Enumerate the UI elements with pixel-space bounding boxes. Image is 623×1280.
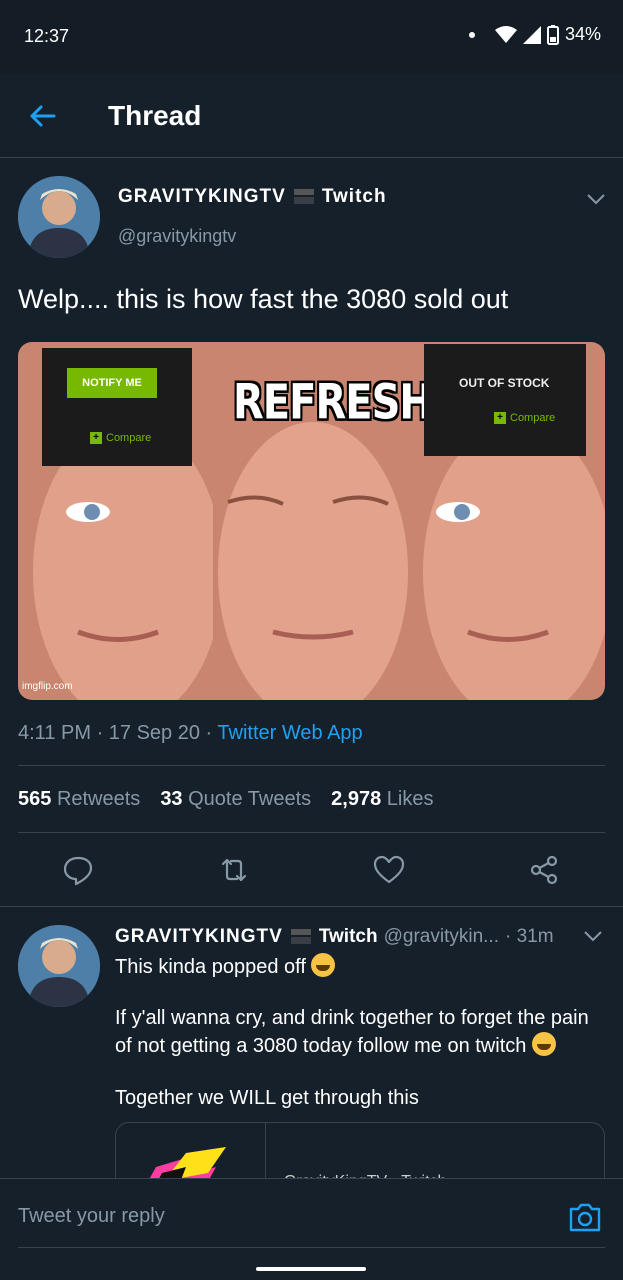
tweet-meta: 4:11 PM · 17 Sep 20 · Twitter Web App	[18, 722, 363, 745]
tweet-time: 4:11 PM	[18, 722, 91, 744]
tweet-author[interactable]: GRAVITYKINGTV Twitch	[118, 186, 387, 208]
like-heart-icon[interactable]	[373, 854, 405, 886]
author-badge: Twitch	[321, 186, 387, 207]
divider	[0, 906, 623, 907]
compare-label: + Compare	[494, 412, 555, 424]
reply-handle: @gravitykin...	[383, 926, 499, 947]
retweet-icon[interactable]	[218, 854, 250, 886]
author-name: GRAVITYKINGTV	[118, 186, 286, 207]
cell-signal-icon	[522, 25, 541, 44]
avatar[interactable]	[18, 176, 100, 258]
reply-icon[interactable]	[62, 854, 94, 886]
page-title: Thread	[108, 100, 202, 131]
wifi-icon	[494, 25, 517, 43]
app-bar: Thread	[0, 74, 623, 158]
reply-input[interactable]: Tweet your reply	[18, 1205, 165, 1228]
watermark: imgflip.com	[22, 681, 73, 692]
back-arrow-icon[interactable]	[26, 100, 58, 132]
reply-author[interactable]: GRAVITYKINGTV Twitch @gravitykin... · 31…	[115, 926, 554, 948]
notify-me-label: NOTIFY ME	[67, 368, 157, 398]
compare-label: + Compare	[90, 432, 151, 444]
tweet-stats: 565 Retweets 33 Quote Tweets 2,978 Likes	[18, 788, 434, 811]
tweet-text: Welp.... this is how fast the 3080 sold …	[18, 284, 509, 314]
plus-icon: +	[494, 412, 506, 424]
status-icons: 34%	[468, 24, 601, 45]
reply-bar: Tweet your reply	[0, 1178, 623, 1280]
meta-separator: ·	[96, 722, 109, 744]
notify-me-overlay: NOTIFY ME + Compare	[42, 348, 192, 466]
likes-stat[interactable]: 2,978 Likes	[331, 788, 433, 811]
reply-author-name: GRAVITYKINGTV	[115, 926, 283, 947]
reply-text-line-1: This kinda popped off	[115, 953, 610, 981]
divider	[18, 832, 605, 833]
reply-avatar[interactable]	[18, 925, 100, 1007]
chevron-down-icon[interactable]	[586, 192, 606, 206]
gesture-nav-handle[interactable]	[256, 1267, 366, 1271]
author-handle: @gravitykingtv	[118, 226, 237, 246]
tweet-date: 17 Sep 20	[108, 722, 200, 744]
reply-text-1: This kinda popped off	[115, 956, 306, 978]
grinning-sweat-emoji-icon	[531, 1032, 556, 1056]
divider	[18, 765, 605, 766]
reply-text-2: If y'all wanna cry, and drink together t…	[115, 1007, 589, 1057]
chevron-down-icon[interactable]	[583, 929, 603, 943]
battery-percent: 34%	[564, 24, 601, 44]
twitch-live-icon	[290, 929, 311, 944]
tweet-actions	[0, 848, 623, 894]
reply-text-line-3: Together we WILL get through this	[115, 1087, 419, 1109]
grinning-sweat-emoji-icon	[311, 953, 336, 977]
tweet-source-link[interactable]: Twitter Web App	[217, 722, 362, 744]
compare-text: Compare	[510, 412, 556, 424]
battery-icon	[546, 24, 559, 45]
reply-time: · 31m	[504, 926, 554, 947]
tweet-image[interactable]: NOTIFY ME + Compare REFRESH OUT OF STOCK…	[18, 342, 605, 700]
status-bar: 12:37 34%	[0, 0, 623, 74]
refresh-caption: REFRESH	[233, 375, 433, 431]
reply-input-underline	[18, 1247, 605, 1248]
retweets-stat[interactable]: 565 Retweets	[18, 788, 140, 811]
meta-separator: ·	[205, 722, 218, 744]
out-of-stock-overlay: OUT OF STOCK + Compare	[424, 344, 586, 456]
twitch-live-icon	[293, 189, 314, 204]
share-icon[interactable]	[528, 854, 560, 886]
camera-icon[interactable]	[568, 1201, 602, 1233]
compare-text: Compare	[106, 432, 152, 444]
quote-tweets-stat[interactable]: 33 Quote Tweets	[160, 788, 311, 811]
plus-icon: +	[90, 432, 102, 444]
out-of-stock-label: OUT OF STOCK	[459, 376, 550, 390]
status-time: 12:37	[24, 26, 70, 46]
reply-author-badge: Twitch	[318, 926, 378, 947]
notification-dot-icon	[468, 31, 475, 38]
reply-text-line-2: If y'all wanna cry, and drink together t…	[115, 1005, 610, 1060]
